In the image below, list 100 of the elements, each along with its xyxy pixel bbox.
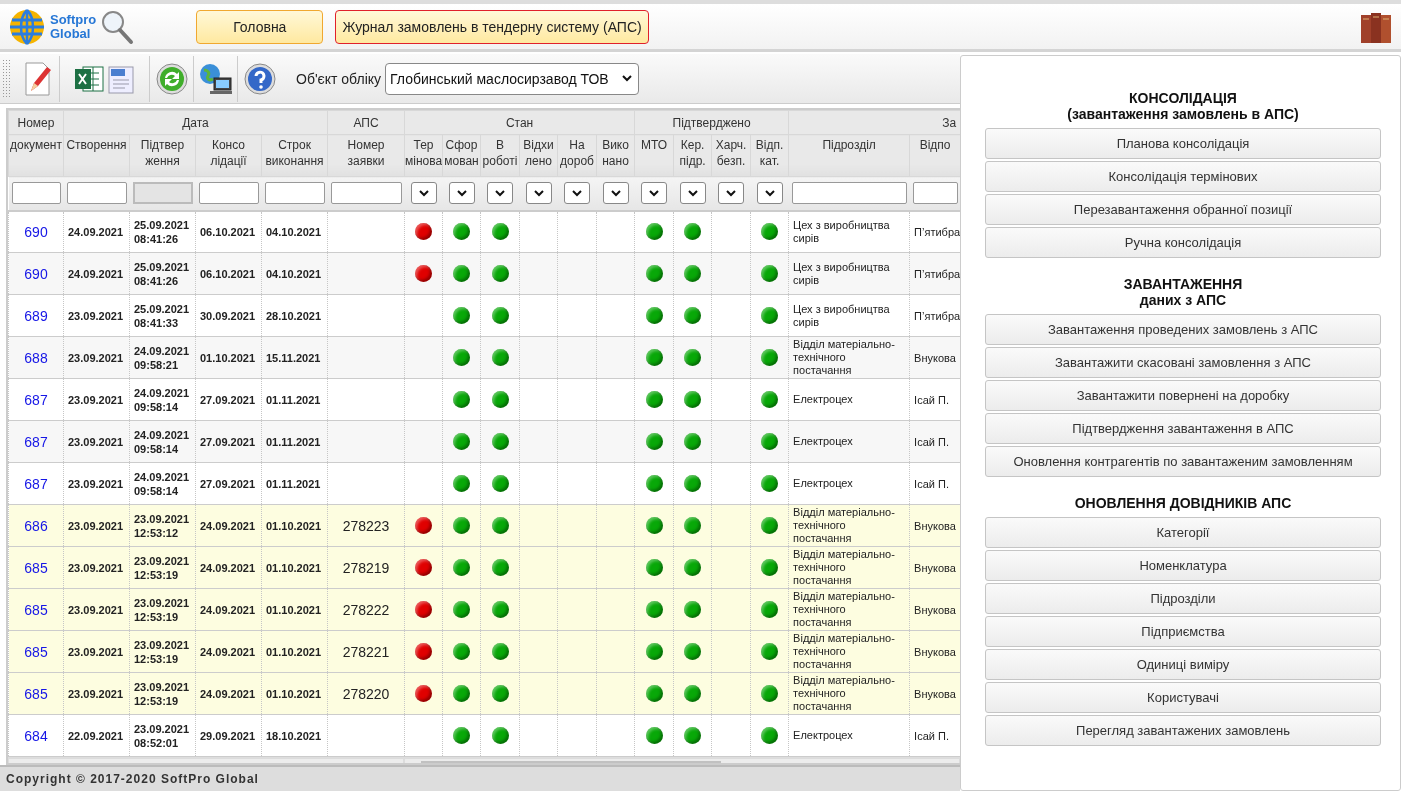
filter-dropdown[interactable] xyxy=(679,182,706,205)
column-header[interactable]: Підтвер ження xyxy=(129,134,196,177)
column-header[interactable]: Створення xyxy=(63,134,130,177)
date-text: 23.09.2021 xyxy=(68,350,125,365)
action-button[interactable]: Користувачі xyxy=(985,682,1381,713)
datetime-text: 23.09.2021 12:53:19 xyxy=(134,595,191,624)
chevron-icon xyxy=(687,189,698,197)
column-header[interactable]: Відп. кат. xyxy=(750,134,789,177)
document-number[interactable]: 685 xyxy=(13,685,59,702)
filter-dropdown[interactable] xyxy=(641,182,668,205)
department-text: Електроцех xyxy=(793,435,854,448)
date-text: 01.11.2021 xyxy=(266,392,322,407)
date-text: 24.09.2021 xyxy=(68,224,125,239)
document-number[interactable]: 687 xyxy=(13,391,59,408)
filter-dropdown[interactable] xyxy=(525,182,552,205)
nav-tab[interactable]: Журнал замовлень в тендерну систему (АПС) xyxy=(335,9,649,44)
document-number[interactable]: 688 xyxy=(13,349,59,366)
nav-tab[interactable]: Головна xyxy=(196,9,324,44)
department-text: Відділ матеріально-технічного постачання xyxy=(793,674,896,713)
action-button[interactable]: Підтвердження завантаження в АПС xyxy=(985,413,1381,444)
document-number[interactable]: 684 xyxy=(13,727,59,744)
filter-dropdown[interactable] xyxy=(718,182,745,205)
action-button[interactable]: Категорії xyxy=(985,517,1381,548)
filter-dropdown[interactable] xyxy=(410,182,437,205)
document-number[interactable]: 690 xyxy=(13,223,59,240)
column-header[interactable]: Харч. безп. xyxy=(711,134,751,177)
filter-dropdown[interactable] xyxy=(487,182,513,205)
chevron-icon xyxy=(649,189,660,197)
column-header[interactable]: документ xyxy=(8,134,64,177)
document-number[interactable]: 686 xyxy=(13,517,59,534)
request-number: 278223 xyxy=(341,517,391,534)
action-button[interactable]: Підрозділи xyxy=(985,583,1381,614)
section-subtitle: даних з АПС xyxy=(1139,292,1227,308)
date-text: 23.09.2021 xyxy=(68,644,125,659)
action-button[interactable]: Завантажити скасовані замовлення з АПС xyxy=(985,347,1381,378)
action-button[interactable]: Планова консолідація xyxy=(985,128,1381,159)
document-number[interactable]: 685 xyxy=(13,601,59,618)
column-header[interactable]: Номер заявки xyxy=(327,134,405,177)
filter-dropdown[interactable] xyxy=(564,182,590,205)
account-select[interactable]: Глобинський маслосирзавод ТОВ xyxy=(385,62,640,95)
filter-field[interactable] xyxy=(330,182,402,205)
filter-field[interactable] xyxy=(11,182,61,205)
document-number[interactable]: 690 xyxy=(13,265,59,282)
section-subtitle: (завантаження замовлень в АПС) xyxy=(1067,106,1299,122)
action-button[interactable]: Перегляд завантажених замовлень xyxy=(985,715,1381,746)
chevron-icon xyxy=(456,189,467,197)
copyright-text: Copyright © 2017-2020 SoftPro Global xyxy=(6,772,259,786)
filter-field[interactable] xyxy=(791,182,907,205)
department-text: Цех з виробництва сирів xyxy=(793,260,891,287)
action-button[interactable]: Консолідація термінових xyxy=(985,161,1381,192)
column-header[interactable]: Сфор мован xyxy=(442,134,481,177)
column-header[interactable]: Відпо xyxy=(909,134,960,177)
responsible-text: Ісай П. xyxy=(914,477,950,490)
column-header[interactable]: В роботі xyxy=(480,134,520,177)
filter-field[interactable] xyxy=(264,182,325,205)
action-button[interactable]: Перезавантаження обранної позиції xyxy=(985,194,1381,225)
action-button[interactable]: Номенклатура xyxy=(985,550,1381,581)
date-text: 27.09.2021 xyxy=(200,434,257,449)
date-text: 23.09.2021 xyxy=(68,434,125,449)
column-header[interactable]: На дороб xyxy=(557,134,597,177)
help-icon xyxy=(243,61,277,96)
filter-field[interactable] xyxy=(198,182,259,205)
date-text: 24.09.2021 xyxy=(200,518,257,533)
date-text: 23.09.2021 xyxy=(68,476,125,491)
request-number: 278220 xyxy=(341,685,391,702)
action-button[interactable]: Завантаження проведених замовлень з АПС xyxy=(985,314,1381,345)
datetime-text: 24.09.2021 09:58:14 xyxy=(134,385,191,414)
responsible-text: Внукова xyxy=(914,603,957,616)
document-number[interactable]: 687 xyxy=(13,433,59,450)
document-number[interactable]: 685 xyxy=(13,559,59,576)
action-button[interactable]: Завантажити повернені на доробку xyxy=(985,380,1381,411)
action-button[interactable]: Одиниці виміру xyxy=(985,649,1381,680)
column-header[interactable]: Відхи лено xyxy=(519,134,558,177)
action-button[interactable]: Підприємства xyxy=(985,616,1381,647)
date-text: 01.10.2021 xyxy=(200,350,257,365)
filter-field[interactable] xyxy=(66,182,127,205)
column-header[interactable]: Кер. підр. xyxy=(673,134,712,177)
globe-computer-icon xyxy=(197,61,234,96)
document-number[interactable]: 689 xyxy=(13,307,59,324)
column-header[interactable]: Вико нано xyxy=(596,134,635,177)
filter-field[interactable] xyxy=(912,182,958,205)
search-icon[interactable] xyxy=(100,8,135,45)
chevron-icon xyxy=(610,189,621,197)
action-button[interactable]: Оновлення контрагентів по завантаженим замовленням xyxy=(985,446,1381,477)
action-button[interactable]: Ручна консолідація xyxy=(985,227,1381,258)
responsible-text: Ісай П. xyxy=(914,393,950,406)
datetime-text: 25.09.2021 08:41:33 xyxy=(134,301,191,330)
document-number[interactable]: 685 xyxy=(13,643,59,660)
chevron-icon xyxy=(572,189,582,197)
document-number[interactable]: 687 xyxy=(13,475,59,492)
date-text: 23.09.2021 xyxy=(68,308,125,323)
date-text: 28.10.2021 xyxy=(266,308,323,323)
column-header[interactable]: Підрозділ xyxy=(788,134,910,177)
column-header[interactable]: Консо лідації xyxy=(195,134,262,177)
filter-dropdown[interactable] xyxy=(602,182,629,205)
filter-dropdown[interactable] xyxy=(448,182,475,205)
column-header[interactable]: Тер мінова xyxy=(404,134,443,177)
column-header[interactable]: МТО xyxy=(634,134,674,177)
filter-dropdown[interactable] xyxy=(756,182,783,205)
column-header[interactable]: Строк виконання xyxy=(261,134,328,177)
